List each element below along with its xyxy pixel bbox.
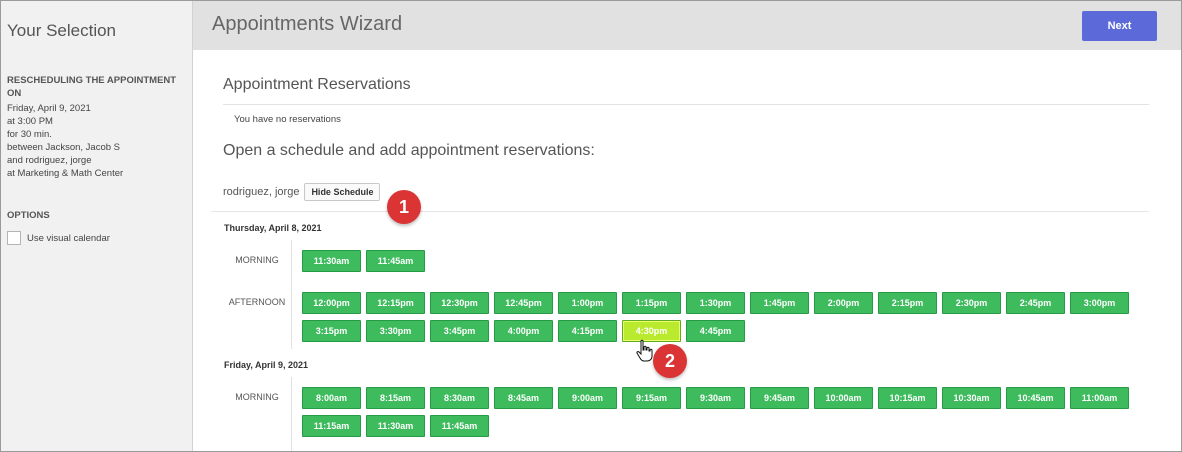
- time-slot-button[interactable]: 10:15am: [878, 387, 937, 409]
- selection-sidebar: Your Selection RESCHEDULING THE APPOINTM…: [1, 1, 193, 451]
- time-slot-button[interactable]: 4:15pm: [558, 320, 617, 342]
- slot-grid-friday-morning: 8:00am 8:15am 8:30am 8:45am 9:00am 9:15am 9:30…: [302, 387, 1129, 437]
- time-slot-button[interactable]: 3:00pm: [1070, 292, 1129, 314]
- callout-badge-1: 1: [387, 190, 421, 224]
- time-slot-button[interactable]: 12:45pm: [494, 292, 553, 314]
- time-slot-button[interactable]: 1:00pm: [558, 292, 617, 314]
- time-slot-button[interactable]: 3:15pm: [302, 320, 361, 342]
- rescheduling-heading: RESCHEDULING THE APPOINTMENT ON: [7, 75, 177, 99]
- next-button[interactable]: Next: [1082, 11, 1157, 41]
- time-slot-button[interactable]: 4:45pm: [686, 320, 745, 342]
- time-slot-button[interactable]: 11:15am: [302, 415, 361, 437]
- period-label-afternoon: AFTERNOON: [228, 297, 286, 307]
- time-slot-button[interactable]: 10:00am: [814, 387, 873, 409]
- time-slot-button[interactable]: 12:00pm: [302, 292, 361, 314]
- time-slot-button[interactable]: 11:30am: [302, 250, 361, 272]
- divider: [223, 104, 1149, 105]
- detail-between: between Jackson, Jacob S: [7, 142, 121, 153]
- time-slot-button[interactable]: 2:15pm: [878, 292, 937, 314]
- detail-time: at 3:00 PM: [7, 116, 53, 127]
- detail-duration: for 30 min.: [7, 129, 52, 140]
- visual-calendar-label: Use visual calendar: [27, 232, 110, 244]
- main-content: Appointment Reservations You have no res…: [193, 50, 1181, 451]
- time-slot-button[interactable]: 8:45am: [494, 387, 553, 409]
- options-heading: OPTIONS: [7, 210, 50, 221]
- appointment-details: Friday, April 9, 2021 at 3:00 PM for 30 …: [7, 102, 123, 180]
- day-label-friday: Friday, April 9, 2021: [224, 360, 309, 370]
- reservations-title: Appointment Reservations: [223, 76, 411, 93]
- time-slot-button[interactable]: 10:45am: [1006, 387, 1065, 409]
- time-slot-button[interactable]: 12:30pm: [430, 292, 489, 314]
- time-slot-button[interactable]: 1:30pm: [686, 292, 745, 314]
- time-slot-button[interactable]: 11:45am: [430, 415, 489, 437]
- time-slot-button[interactable]: 12:15pm: [366, 292, 425, 314]
- time-slot-button[interactable]: 2:45pm: [1006, 292, 1065, 314]
- time-slot-button[interactable]: 8:30am: [430, 387, 489, 409]
- time-slot-button[interactable]: 9:45am: [750, 387, 809, 409]
- slot-grid-thursday-afternoon: 12:00pm 12:15pm 12:30pm 12:45pm 1:00pm 1:15pm…: [302, 292, 1129, 342]
- period-label-morning: MORNING: [235, 255, 279, 265]
- day-label-thursday: Thursday, April 8, 2021: [224, 223, 322, 233]
- period-label-morning: MORNING: [235, 392, 279, 402]
- time-slot-button[interactable]: 8:00am: [302, 387, 361, 409]
- wizard-header: Appointments Wizard Next: [193, 1, 1181, 50]
- time-slot-button[interactable]: 8:15am: [366, 387, 425, 409]
- schedule-person-row: rodriguez, jorge Hide Schedule: [223, 183, 381, 201]
- schedule-divider: [291, 377, 292, 451]
- detail-and: and rodriguez, jorge: [7, 155, 92, 166]
- time-slot-button[interactable]: 9:15am: [622, 387, 681, 409]
- hand-cursor-icon: [636, 339, 653, 362]
- time-slot-button[interactable]: 4:00pm: [494, 320, 553, 342]
- page-title: Appointments Wizard: [212, 13, 403, 35]
- open-schedule-title: Open a schedule and add appointment rese…: [223, 142, 595, 159]
- hide-schedule-button[interactable]: Hide Schedule: [304, 183, 381, 201]
- time-slot-button[interactable]: 9:00am: [558, 387, 617, 409]
- time-slot-button[interactable]: 3:45pm: [430, 320, 489, 342]
- detail-date: Friday, April 9, 2021: [7, 103, 91, 114]
- time-slot-button[interactable]: 11:30am: [366, 415, 425, 437]
- app-window: Your Selection RESCHEDULING THE APPOINTM…: [0, 0, 1182, 452]
- detail-location: at Marketing & Math Center: [7, 168, 124, 179]
- divider: [211, 211, 1149, 212]
- visual-calendar-checkbox[interactable]: [7, 231, 21, 245]
- time-slot-button[interactable]: 10:30am: [942, 387, 1001, 409]
- time-slot-button[interactable]: 2:00pm: [814, 292, 873, 314]
- person-name: rodriguez, jorge: [223, 186, 300, 198]
- time-slot-button[interactable]: 11:45am: [366, 250, 425, 272]
- callout-badge-2: 2: [653, 344, 687, 378]
- sidebar-title: Your Selection: [7, 21, 117, 40]
- time-slot-button[interactable]: 3:30pm: [366, 320, 425, 342]
- time-slot-button[interactable]: 1:45pm: [750, 292, 809, 314]
- time-slot-button[interactable]: 2:30pm: [942, 292, 1001, 314]
- time-slot-button[interactable]: 1:15pm: [622, 292, 681, 314]
- time-slot-button[interactable]: 11:00am: [1070, 387, 1129, 409]
- visual-calendar-option[interactable]: Use visual calendar: [7, 231, 110, 245]
- no-reservations-text: You have no reservations: [234, 114, 341, 125]
- time-slot-button[interactable]: 9:30am: [686, 387, 745, 409]
- slot-grid-thursday-morning: 11:30am 11:45am: [302, 250, 1129, 272]
